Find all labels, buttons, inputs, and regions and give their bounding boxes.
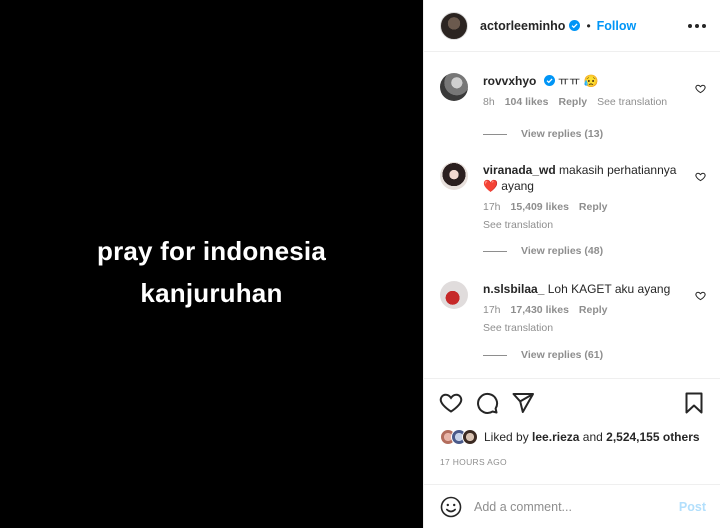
comment-likes[interactable]: 104 likes [505, 94, 549, 110]
commenter-avatar[interactable] [440, 73, 468, 101]
likes-others-link[interactable]: 2,524,155 others [606, 430, 699, 444]
liker-avatar[interactable] [462, 429, 478, 445]
verified-badge-icon [543, 75, 555, 86]
reply-button[interactable]: Reply [558, 94, 587, 110]
comment-composer: Post [424, 484, 720, 528]
commenter-avatar[interactable] [440, 281, 468, 309]
comment-meta: 17h 15,409 likes Reply [483, 199, 684, 215]
heart-icon[interactable] [695, 171, 706, 182]
post-sidebar: actorleeminho • Follow rovvxhyo ㅠㅠ 😥 8h [423, 0, 720, 528]
bookmark-icon[interactable] [682, 391, 706, 415]
header-separator: • [586, 18, 591, 33]
liker-avatars [440, 429, 478, 445]
comment-username[interactable]: n.slsbilaa_ [483, 282, 544, 296]
view-replies-label: View replies (61) [521, 349, 604, 361]
likes-text: Liked by lee.rieza and 2,524,155 others [484, 430, 700, 444]
follow-button[interactable]: Follow [597, 19, 637, 33]
comment-body: viranada_wd makasih perhatiannya ❤️ ayan… [483, 162, 684, 233]
comment-likes[interactable]: 15,409 likes [511, 199, 569, 215]
see-translation-link[interactable]: See translation [483, 320, 684, 336]
view-replies-button[interactable]: View replies (61) [483, 349, 603, 361]
media-text-line-1: pray for indonesia [97, 236, 326, 266]
comment-body: rovvxhyo ㅠㅠ 😥 8h 104 likes Reply See tra… [483, 73, 684, 110]
comment-time: 17h [483, 304, 501, 316]
comment-username[interactable]: rovvxhyo [483, 74, 536, 88]
view-replies-button[interactable]: View replies (48) [483, 245, 603, 257]
post-header: actorleeminho • Follow [424, 0, 720, 52]
comment-text: ㅠㅠ 😥 [558, 74, 599, 88]
post-media[interactable]: pray for indonesia kanjuruhan [0, 0, 423, 528]
verified-badge-icon [569, 20, 581, 31]
comments-list: rovvxhyo ㅠㅠ 😥 8h 104 likes Reply See tra… [424, 53, 720, 378]
comment-likes[interactable]: 17,430 likes [511, 302, 569, 318]
comment-text: Loh KAGET aku ayang [547, 282, 671, 296]
view-replies-button[interactable]: View replies (13) [483, 128, 603, 140]
media-caption-text: pray for indonesia kanjuruhan [97, 230, 326, 314]
action-bar [424, 378, 720, 426]
replies-divider [483, 250, 507, 252]
author-avatar[interactable] [440, 11, 468, 40]
comment-body: n.slsbilaa_ Loh KAGET aku ayang 17h 17,4… [483, 281, 684, 336]
post-button[interactable]: Post [679, 500, 706, 514]
see-translation-link[interactable]: See translation [597, 94, 667, 110]
heart-icon[interactable] [695, 290, 706, 301]
heart-icon[interactable] [439, 391, 463, 415]
see-translation-link[interactable]: See translation [483, 217, 684, 233]
comment-username[interactable]: viranada_wd [483, 163, 556, 177]
comment-time: 17h [483, 201, 501, 213]
comment-icon[interactable] [475, 391, 499, 415]
media-text-line-2: kanjuruhan [140, 278, 283, 308]
reply-button[interactable]: Reply [579, 199, 608, 215]
author-username[interactable]: actorleeminho [480, 19, 565, 33]
comment-meta: 17h 17,430 likes Reply [483, 302, 684, 318]
instagram-post: pray for indonesia kanjuruhan actorleemi… [0, 0, 720, 528]
comment-meta: 8h 104 likes Reply See translation [483, 94, 684, 110]
view-replies-label: View replies (48) [521, 245, 604, 257]
likes-connector: and [582, 430, 603, 444]
replies-divider [483, 133, 507, 135]
likes-prefix: Liked by [484, 430, 529, 444]
view-replies-label: View replies (13) [521, 128, 604, 140]
comment-input[interactable] [474, 499, 679, 514]
likes-summary: Liked by lee.rieza and 2,524,155 others [440, 426, 706, 448]
more-horizontal-icon[interactable] [688, 23, 706, 28]
post-timestamp[interactable]: 17 HOURS AGO [440, 457, 507, 467]
commenter-avatar[interactable] [440, 162, 468, 190]
replies-divider [483, 354, 507, 356]
emoji-smile-icon[interactable] [439, 495, 463, 519]
liker-username[interactable]: lee.rieza [532, 430, 579, 444]
paper-plane-icon[interactable] [511, 391, 535, 415]
heart-icon[interactable] [695, 83, 706, 94]
comment-time: 8h [483, 96, 495, 108]
reply-button[interactable]: Reply [579, 302, 608, 318]
